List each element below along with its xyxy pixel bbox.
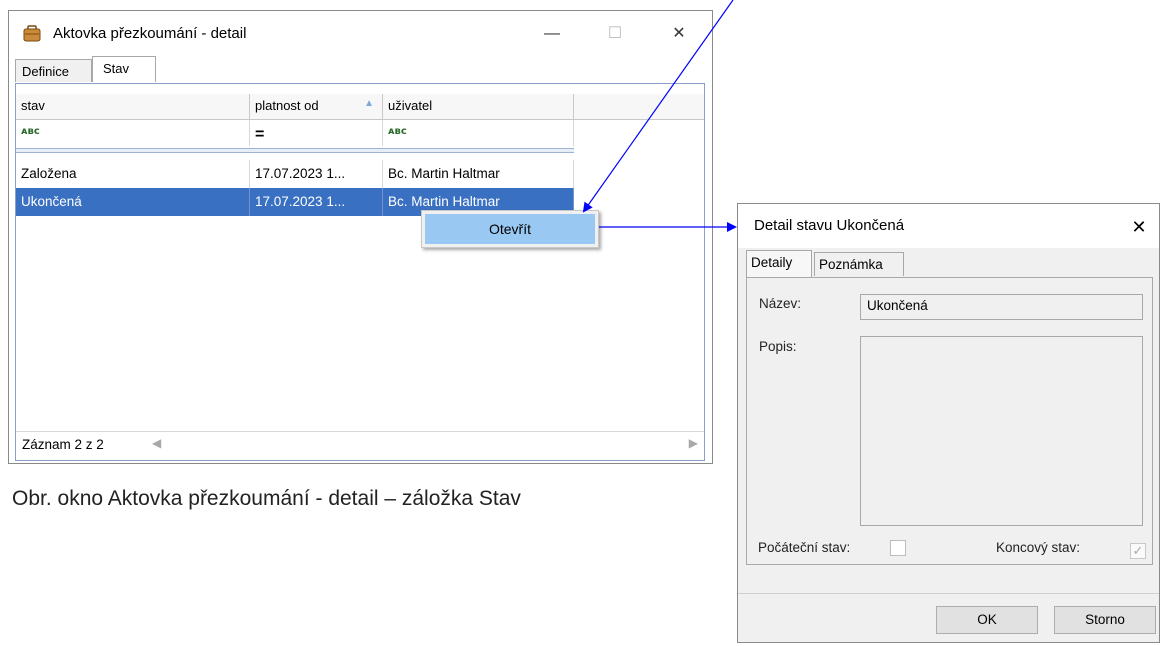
description-field[interactable] [860, 336, 1143, 526]
grid-footer: Záznam 2 z 2 ◀ ▶ [16, 431, 704, 460]
window-titlebar[interactable]: Aktovka přezkoumání - detail — ☐ ✕ [9, 11, 712, 57]
minimize-button[interactable]: — [532, 19, 572, 49]
record-counter: Záznam 2 z 2 [22, 437, 104, 452]
filter-cell-uzivatel[interactable]: ᴀʙᴄ [383, 120, 574, 146]
cancel-button[interactable]: Storno [1054, 606, 1156, 634]
checkmark-icon: ✓ [1132, 543, 1144, 558]
cell-uzivatel: Bc. Martin Haltmar [383, 160, 574, 188]
equals-filter-icon: = [255, 126, 265, 143]
text-filter-icon: ᴀʙᴄ [21, 126, 40, 137]
menu-item-otevrit[interactable]: Otevřít [425, 214, 595, 244]
briefcase-icon [23, 25, 41, 42]
aktovka-window: Aktovka přezkoumání - detail — ☐ ✕ Defin… [8, 10, 713, 464]
tab-detaily[interactable]: Detaily [746, 250, 812, 277]
name-field[interactable]: Ukončená [860, 294, 1143, 320]
description-label: Popis: [759, 339, 797, 354]
initial-state-checkbox[interactable] [890, 540, 906, 556]
dialog-title: Detail stavu Ukončená [754, 217, 905, 234]
figure-caption: Obr. okno Aktovka přezkoumání - detail –… [12, 487, 521, 510]
filter-cell-platnost-od[interactable]: = [250, 120, 383, 146]
column-header-empty [574, 94, 704, 120]
final-state-label: Koncový stav: [996, 540, 1081, 555]
cell-platnost-od: 17.07.2023 1... [250, 188, 383, 216]
maximize-button[interactable]: ☐ [595, 19, 635, 49]
close-button[interactable]: ✕ [659, 19, 699, 49]
details-panel: Název: Ukončená Popis: [746, 277, 1153, 565]
tab-stav[interactable]: Stav [92, 56, 156, 82]
filter-cell-stav[interactable]: ᴀʙᴄ [16, 120, 250, 146]
scroll-right-icon[interactable]: ▶ [689, 436, 698, 450]
text-filter-icon: ᴀʙᴄ [388, 126, 407, 137]
dialog-close-button[interactable]: ✕ [1119, 212, 1159, 242]
column-header-stav[interactable]: stav [16, 94, 250, 120]
filter-separator [16, 148, 574, 153]
column-header-uzivatel[interactable]: uživatel [383, 94, 574, 120]
window-title: Aktovka přezkoumání - detail [53, 25, 247, 42]
initial-state-label: Počáteční stav: [758, 540, 851, 555]
dialog-titlebar[interactable]: Detail stavu Ukončená ✕ [738, 204, 1159, 248]
column-header-platnost-od[interactable]: platnost od ▲ [250, 94, 383, 120]
final-state-checkbox[interactable]: ✓ [1130, 543, 1146, 559]
tab-poznamka[interactable]: Poznámka [814, 252, 904, 276]
cell-platnost-od: 17.07.2023 1... [250, 160, 383, 188]
states-grid: stav platnost od ▲ uživatel ᴀʙᴄ = ᴀʙᴄ Za… [15, 83, 705, 461]
dialog-button-bar: OK Storno [738, 593, 1159, 642]
sort-ascending-icon: ▲ [364, 98, 374, 109]
tab-definice[interactable]: Definice [15, 59, 92, 82]
table-row[interactable]: Založena 17.07.2023 1... Bc. Martin Halt… [16, 160, 574, 188]
name-label: Název: [759, 296, 802, 311]
column-header-label: platnost od [255, 98, 319, 113]
context-menu: Otevřít [421, 210, 599, 248]
ok-button[interactable]: OK [936, 606, 1038, 634]
scroll-left-icon[interactable]: ◀ [152, 436, 161, 450]
cell-stav: Ukončená [16, 188, 250, 216]
detail-stavu-dialog: Detail stavu Ukončená ✕ Detaily Poznámka… [737, 203, 1160, 643]
cell-stav: Založena [16, 160, 250, 188]
